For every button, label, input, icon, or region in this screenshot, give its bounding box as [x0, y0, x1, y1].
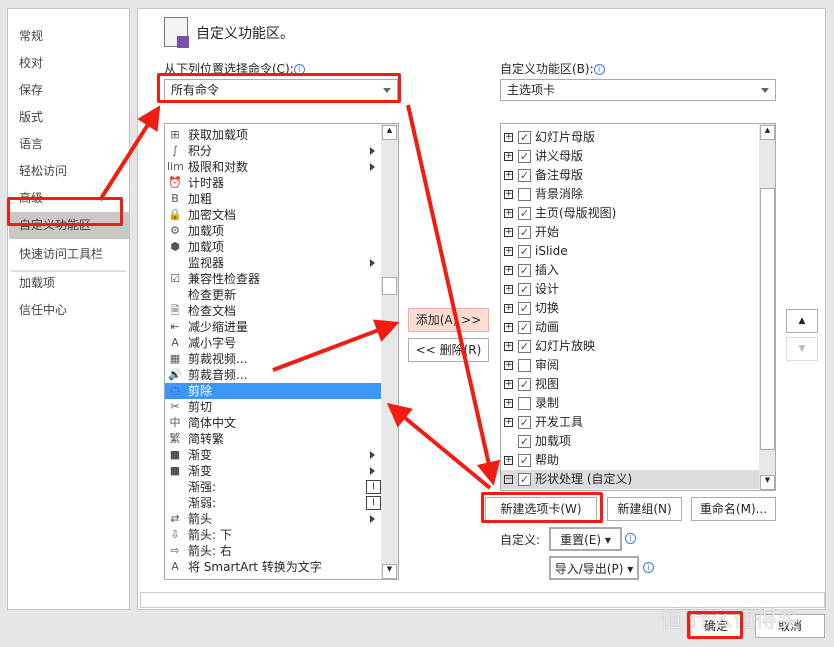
- arrow: [272, 319, 400, 372]
- arrow: [98, 105, 161, 202]
- arrow: [406, 104, 501, 486]
- annotation-arrows: [98, 104, 501, 490]
- arrow: [386, 402, 492, 490]
